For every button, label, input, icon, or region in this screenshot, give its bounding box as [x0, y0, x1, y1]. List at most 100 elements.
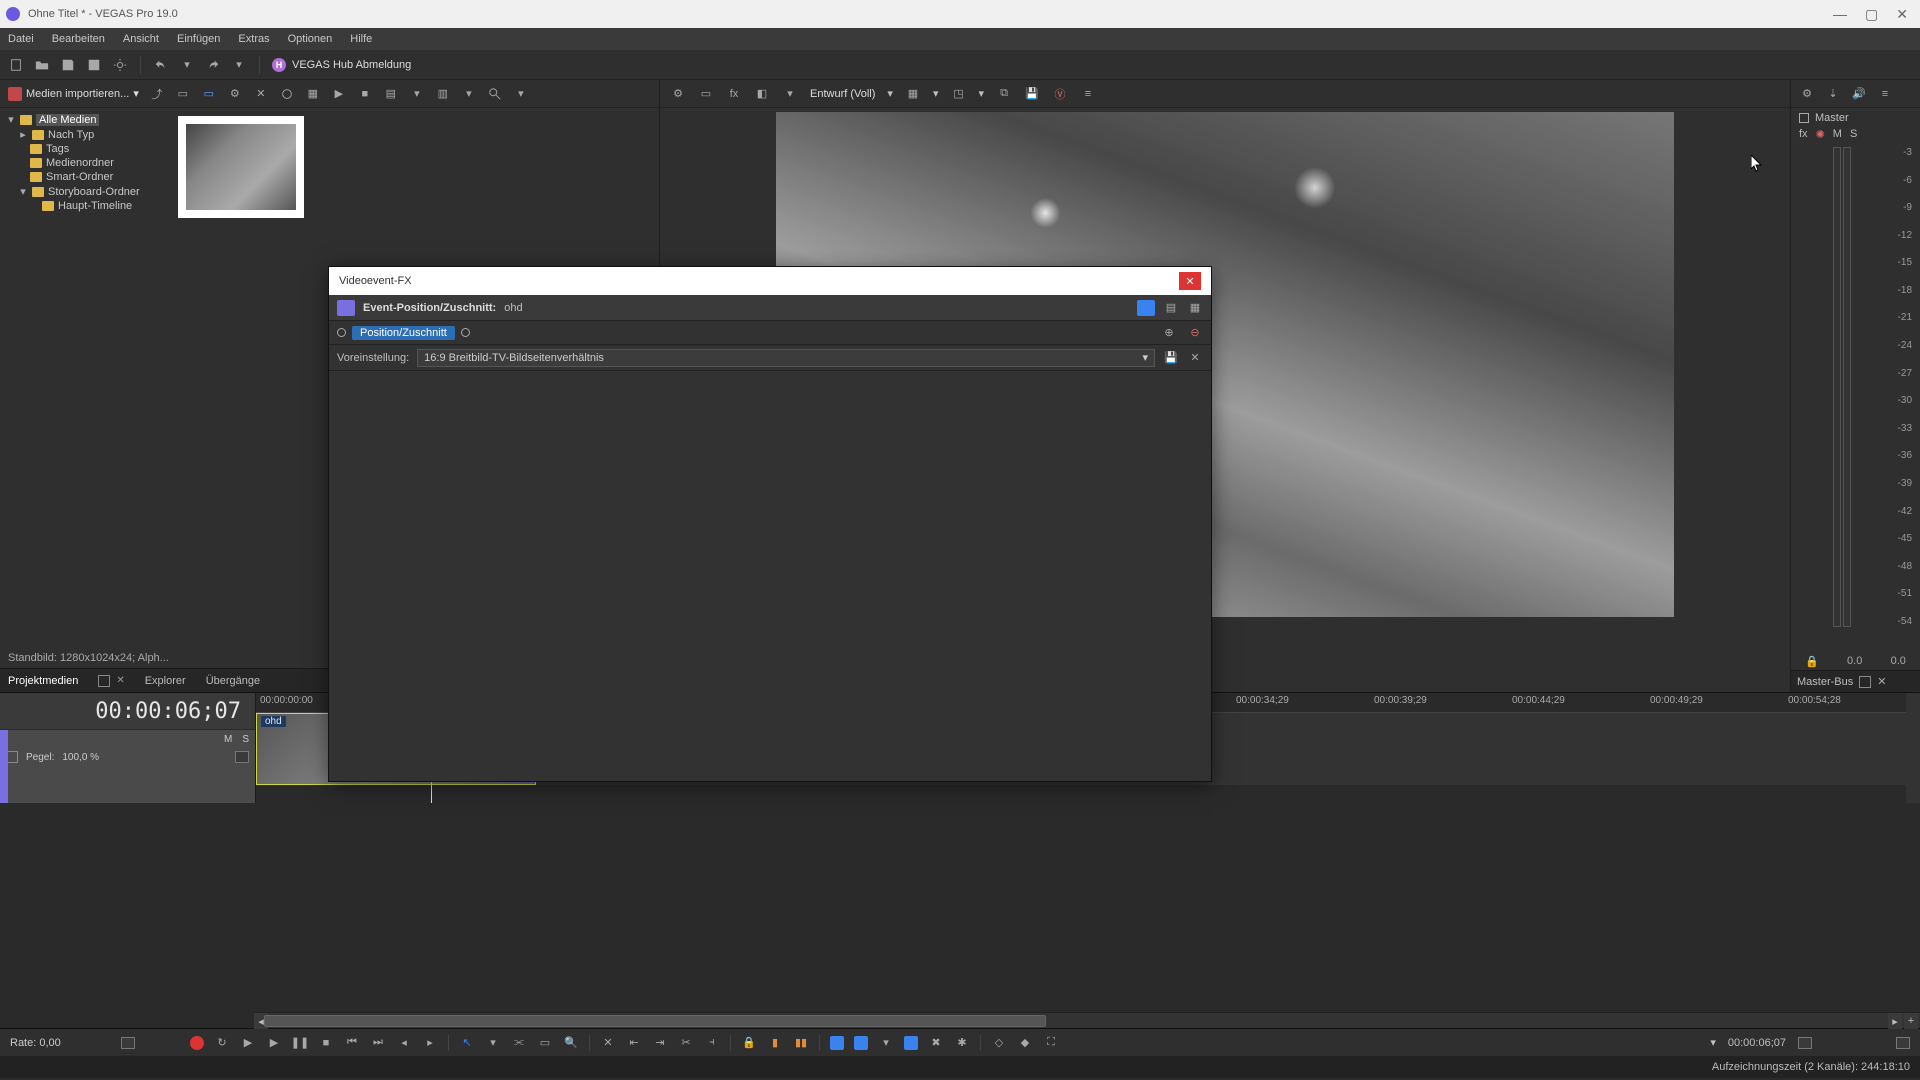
- video-scope-icon[interactable]: Ⓥ: [1052, 86, 1068, 102]
- media-sort-icon[interactable]: ▥: [435, 86, 451, 102]
- auto-crossfade-icon[interactable]: ✱: [954, 1035, 970, 1051]
- capture-icon[interactable]: ⤴: [149, 86, 165, 102]
- magnet-icon[interactable]: ⫘: [511, 1035, 527, 1051]
- scroll-thumb[interactable]: [264, 1015, 1046, 1027]
- add-plugin-icon[interactable]: ⊕: [1161, 325, 1177, 341]
- video-event-fx-dialog[interactable]: Videoevent-FX ✕ Event-Position/Zuschnitt…: [328, 266, 1212, 782]
- delete-preset-icon[interactable]: ✕: [1187, 350, 1203, 366]
- zoom-plus-icon[interactable]: +: [1904, 1013, 1918, 1029]
- safe-dropdown-icon[interactable]: ▾: [978, 87, 984, 100]
- dim-icon[interactable]: 🔊: [1851, 86, 1867, 102]
- region-icon[interactable]: ▮▮: [793, 1035, 809, 1051]
- timeline-vscroll[interactable]: [1906, 693, 1920, 803]
- timeline-hscroll[interactable]: ◂ ▸ +: [256, 1012, 1920, 1028]
- event-group-icon[interactable]: ◆: [1017, 1035, 1033, 1051]
- menu-file[interactable]: Datei: [8, 33, 34, 45]
- play-button[interactable]: ▶: [266, 1035, 282, 1051]
- menu-extras[interactable]: Extras: [238, 33, 269, 45]
- master-fx[interactable]: fx: [1799, 128, 1808, 141]
- quality-dropdown-icon[interactable]: ▾: [887, 87, 893, 100]
- plugin-chain-icon[interactable]: [337, 300, 355, 316]
- split-screen-icon[interactable]: ◧: [754, 86, 770, 102]
- menu-view[interactable]: Ansicht: [123, 33, 159, 45]
- prev-frame-button[interactable]: ◂: [396, 1035, 412, 1051]
- tab-pin-icon[interactable]: [98, 675, 110, 687]
- auto-ripple-icon[interactable]: [830, 1036, 844, 1050]
- split-dropdown-icon[interactable]: ▾: [782, 86, 798, 102]
- redo-dropdown-icon[interactable]: ▾: [231, 57, 247, 73]
- snap-icon[interactable]: [854, 1036, 868, 1050]
- fx-plugin-ui-area[interactable]: [329, 371, 1211, 781]
- record-button[interactable]: [190, 1036, 204, 1050]
- tree-smart-folders[interactable]: Smart-Ordner: [6, 170, 164, 184]
- media-view-icon[interactable]: ▤: [383, 86, 399, 102]
- timecode-display[interactable]: 00:00:06;07: [0, 693, 255, 729]
- media-props-icon[interactable]: [279, 86, 295, 102]
- copy-snapshot-icon[interactable]: ⧉: [996, 86, 1012, 102]
- preset-dropdown[interactable]: 16:9 Breitbild-TV-Bildseitenverhältnis ▾: [417, 349, 1155, 367]
- redo-icon[interactable]: [205, 57, 221, 73]
- snap-dropdown-icon[interactable]: ▾: [878, 1035, 894, 1051]
- marker-icon[interactable]: ▮: [767, 1035, 783, 1051]
- play-start-button[interactable]: ▶: [240, 1035, 256, 1051]
- trim-end-button[interactable]: ⇥: [652, 1035, 668, 1051]
- external-monitor-icon[interactable]: ▭: [698, 86, 714, 102]
- track-solo[interactable]: S: [242, 734, 249, 745]
- track-keyframe-icon[interactable]: [235, 751, 249, 763]
- scroll-right-icon[interactable]: ▸: [1888, 1013, 1902, 1029]
- resize-icon[interactable]: [1896, 1037, 1910, 1049]
- save-preset-icon[interactable]: 💾: [1163, 350, 1179, 366]
- transport-timecode[interactable]: 00:00:06;07: [1728, 1037, 1786, 1049]
- fx-layout-icon[interactable]: ▦: [1187, 300, 1203, 316]
- search-dropdown-icon[interactable]: ▾: [513, 86, 529, 102]
- go-start-button[interactable]: ⏮: [344, 1035, 360, 1051]
- preview-fx-icon[interactable]: fx: [726, 86, 742, 102]
- new-project-icon[interactable]: [8, 57, 24, 73]
- master-automation-icon[interactable]: ✺: [1816, 128, 1825, 141]
- tree-all-media[interactable]: ▾Alle Medien: [6, 112, 164, 127]
- bus-close-icon[interactable]: ✕: [1877, 675, 1886, 688]
- master-mute[interactable]: M: [1833, 128, 1842, 141]
- undo-icon[interactable]: [153, 57, 169, 73]
- safe-areas-icon[interactable]: ◳: [950, 86, 966, 102]
- overlay-icon[interactable]: ▦: [905, 86, 921, 102]
- minimize-button[interactable]: —: [1833, 6, 1847, 23]
- media-remove-icon[interactable]: ✕: [253, 86, 269, 102]
- tab-transitions[interactable]: Übergänge: [206, 675, 260, 687]
- split-button[interactable]: ✂: [678, 1035, 694, 1051]
- loop-button[interactable]: ↻: [214, 1035, 230, 1051]
- media-play-icon[interactable]: ▶: [331, 86, 347, 102]
- chain-node-icon[interactable]: [337, 328, 346, 337]
- tree-by-type[interactable]: ▸Nach Typ: [6, 127, 164, 142]
- master-props-icon[interactable]: ⚙: [1799, 86, 1815, 102]
- media-view-dropdown-icon[interactable]: ▾: [409, 86, 425, 102]
- go-end-button[interactable]: ⏭: [370, 1035, 386, 1051]
- overlay-dropdown-icon[interactable]: ▾: [933, 87, 939, 100]
- tab-project-media[interactable]: Projektmedien: [8, 675, 78, 687]
- tab-close-icon[interactable]: ✕: [116, 675, 124, 686]
- preview-more-icon[interactable]: ≡: [1080, 86, 1096, 102]
- zoom-tool[interactable]: 🔍: [563, 1035, 579, 1051]
- track-color-handle[interactable]: [0, 730, 8, 803]
- media-thumbnail[interactable]: [178, 116, 304, 218]
- downmix-icon[interactable]: ⇣: [1825, 86, 1841, 102]
- media-generate-icon[interactable]: ▦: [305, 86, 321, 102]
- hub-signout[interactable]: H VEGAS Hub Abmeldung: [272, 58, 411, 72]
- menu-help[interactable]: Hilfe: [350, 33, 372, 45]
- search-icon[interactable]: [487, 86, 503, 102]
- media-stop-icon[interactable]: ■: [357, 86, 373, 102]
- tree-tags[interactable]: Tags: [6, 142, 164, 156]
- save-icon[interactable]: [60, 57, 76, 73]
- menu-options[interactable]: Optionen: [288, 33, 333, 45]
- preview-quality[interactable]: Entwurf (Voll): [810, 88, 875, 100]
- selection-tool[interactable]: ▭: [537, 1035, 553, 1051]
- maximize-button[interactable]: ▢: [1865, 6, 1878, 23]
- delete-button[interactable]: ✕: [600, 1035, 616, 1051]
- tc-menu-icon[interactable]: [1798, 1037, 1812, 1049]
- track-mute[interactable]: M: [224, 734, 232, 745]
- fx-plugin-chip[interactable]: Position/Zuschnitt: [352, 326, 455, 340]
- trim-start-button[interactable]: ⇤: [626, 1035, 642, 1051]
- quantize-icon[interactable]: [904, 1036, 918, 1050]
- get-media-icon[interactable]: ▭: [175, 86, 191, 102]
- master-bus-tab[interactable]: Master-Bus: [1797, 676, 1853, 688]
